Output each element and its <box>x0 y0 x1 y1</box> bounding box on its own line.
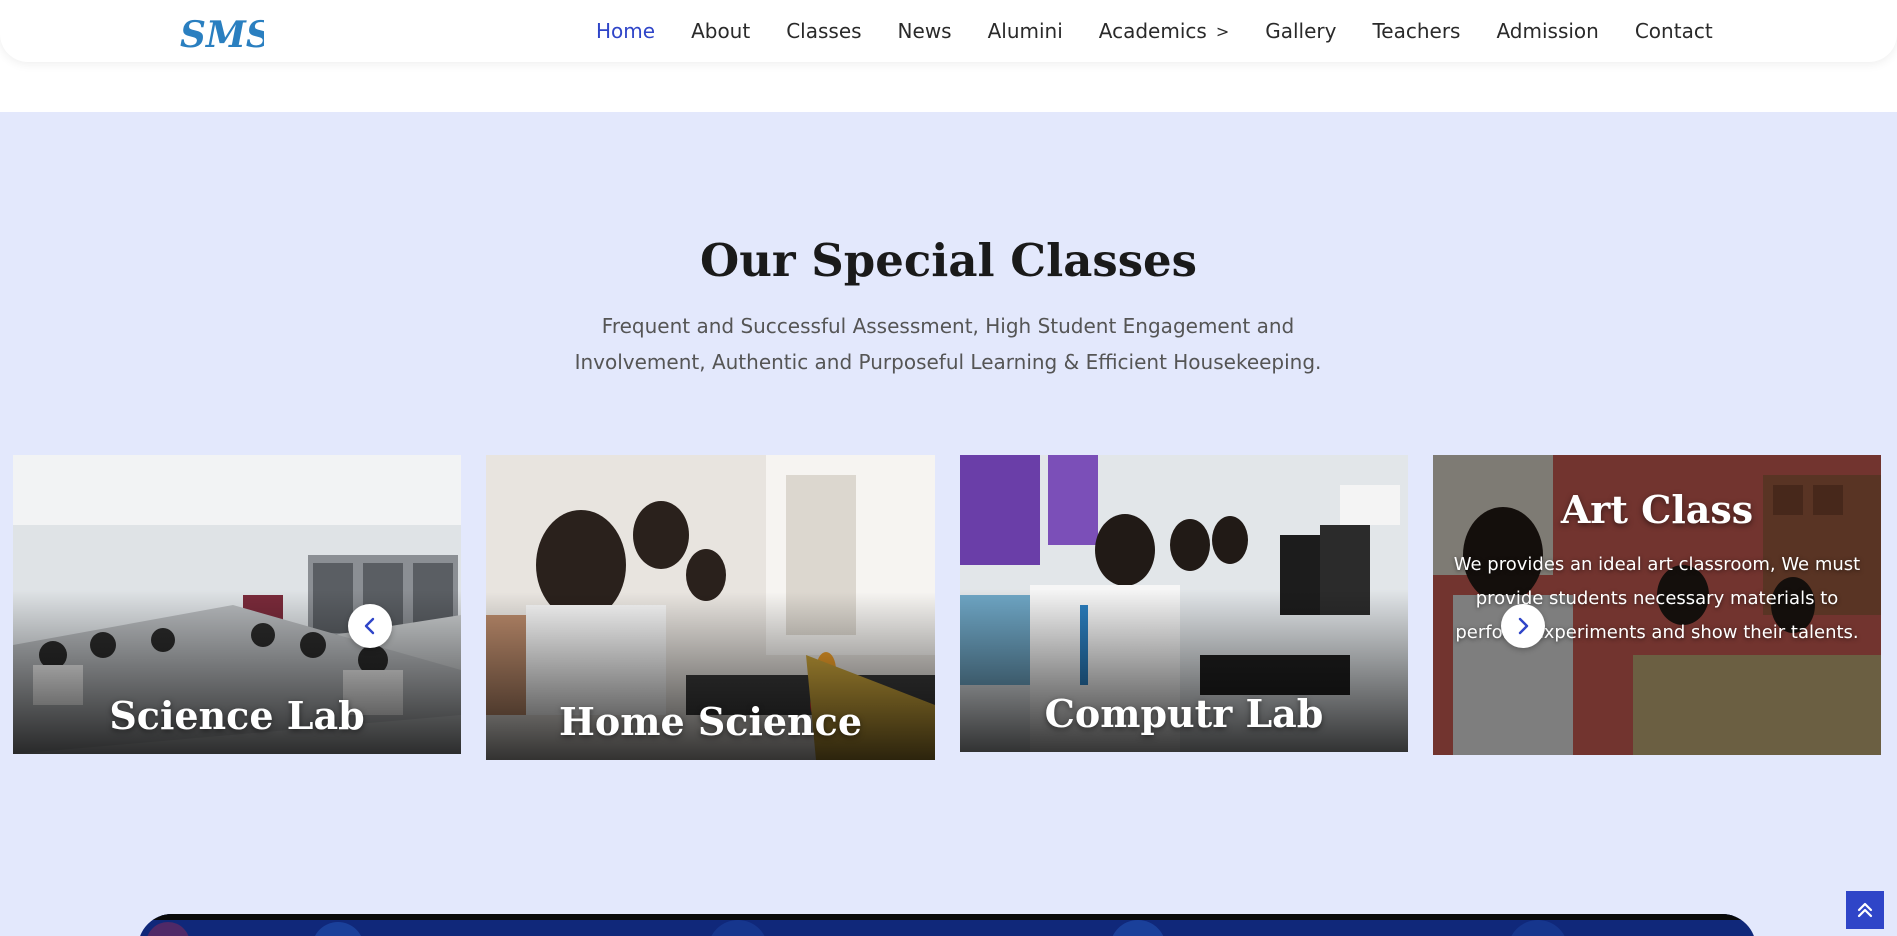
card-title: Art Class <box>1560 487 1754 532</box>
site-header: SMS Home About Classes News Alumini Acad… <box>0 0 1897 62</box>
class-card-home-science[interactable]: Home Science <box>486 455 935 760</box>
section-subtitle: Frequent and Successful Assessment, High… <box>574 314 1322 374</box>
nav-news[interactable]: News <box>898 19 952 43</box>
card-title: Home Science <box>559 699 862 744</box>
main-nav: Home About Classes News Alumini Academic… <box>578 0 1731 62</box>
nav-about[interactable]: About <box>691 19 750 43</box>
card-title: Computr Lab <box>1044 691 1324 736</box>
nav-classes[interactable]: Classes <box>786 19 861 43</box>
scroll-to-top-button[interactable] <box>1846 891 1884 929</box>
nav-teachers[interactable]: Teachers <box>1372 19 1460 43</box>
nav-academics[interactable]: Academics > <box>1099 19 1229 43</box>
carousel-next-button[interactable] <box>1501 604 1545 648</box>
nav-contact[interactable]: Contact <box>1635 19 1713 43</box>
svg-text:SMS: SMS <box>180 14 264 55</box>
class-card-art-class[interactable]: Art Class We provides an ideal art class… <box>1433 455 1881 755</box>
next-section-banner <box>138 914 1756 936</box>
nav-gallery[interactable]: Gallery <box>1265 19 1336 43</box>
banner-pattern <box>138 914 1756 936</box>
card-title: Science Lab <box>109 693 365 738</box>
school-logo[interactable]: SMS <box>176 9 264 55</box>
chevron-left-icon <box>364 617 375 635</box>
section-title: Our Special Classes <box>700 234 1197 287</box>
carousel-prev-button[interactable] <box>348 604 392 648</box>
chevron-right-icon <box>1518 617 1529 635</box>
class-card-science-lab[interactable]: Science Lab <box>13 455 461 754</box>
class-card-computer-lab[interactable]: Computr Lab <box>960 455 1408 752</box>
nav-admission[interactable]: Admission <box>1496 19 1598 43</box>
chevron-right-icon: > <box>1215 21 1230 41</box>
double-chevron-up-icon <box>1857 902 1873 918</box>
nav-home[interactable]: Home <box>596 19 655 43</box>
nav-alumini[interactable]: Alumini <box>988 19 1063 43</box>
